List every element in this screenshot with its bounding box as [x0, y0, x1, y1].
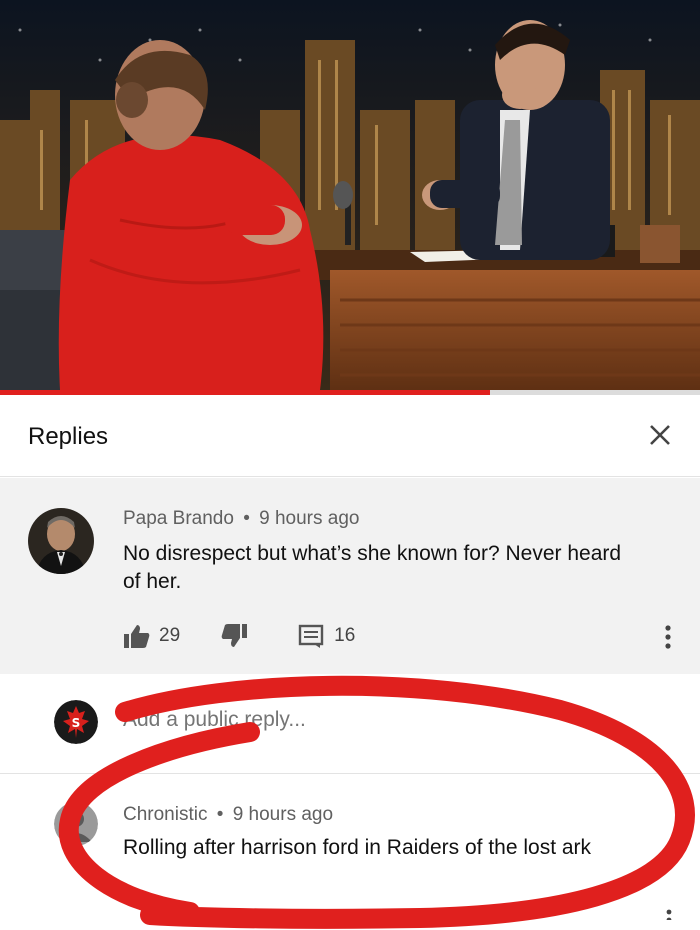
maple-leaf-avatar-icon: S	[54, 700, 98, 744]
like-count: 29	[159, 625, 181, 646]
comment-time: 9 hours ago	[232, 804, 334, 825]
comment-meta: Papa Brando • 9 hours ago	[123, 508, 360, 530]
user-avatar-image	[28, 508, 94, 574]
comment-author[interactable]: Chronistic	[123, 804, 207, 825]
more-options-button[interactable]	[658, 622, 678, 652]
reply-comment: Chronistic • 9 hours ago Rolling after h…	[0, 774, 700, 930]
reply-icon	[298, 624, 324, 648]
reply-avatar[interactable]	[54, 802, 98, 846]
dislike-button[interactable]	[220, 623, 248, 649]
thumbs-down-icon	[221, 624, 248, 647]
comment-author[interactable]: Papa Brando	[123, 508, 234, 529]
more-vert-icon	[665, 625, 671, 649]
video-player[interactable]	[0, 0, 700, 395]
add-reply-row: S	[0, 674, 700, 774]
svg-text:S: S	[72, 716, 81, 730]
my-avatar: S	[54, 700, 98, 744]
replies-header: Replies	[0, 395, 700, 477]
reply-count: 16	[334, 625, 356, 646]
comment-time: 9 hours ago	[259, 508, 360, 529]
main-comment: Papa Brando • 9 hours ago No disrespect …	[0, 478, 700, 674]
comment-actions: 29 16	[123, 622, 355, 650]
user-avatar-image	[54, 802, 98, 846]
thumbs-up-icon	[124, 625, 150, 648]
avatar[interactable]	[28, 508, 94, 574]
comment-text: Rolling after harrison ford in Raiders o…	[123, 836, 592, 859]
video-frame	[0, 0, 700, 395]
replies-title: Replies	[28, 423, 109, 450]
close-button[interactable]	[642, 417, 678, 453]
close-icon	[650, 425, 670, 445]
comment-text: No disrespect but what’s she known for? …	[123, 542, 622, 593]
meta-separator: •	[216, 804, 224, 825]
more-vert-icon	[666, 909, 672, 923]
public-reply-input[interactable]	[123, 708, 643, 732]
meta-separator: •	[243, 508, 250, 529]
reply-button[interactable]: 16	[298, 624, 355, 648]
more-options-button[interactable]	[662, 890, 676, 923]
comment-meta: Chronistic • 9 hours ago	[123, 804, 333, 826]
like-button[interactable]: 29	[123, 623, 180, 649]
